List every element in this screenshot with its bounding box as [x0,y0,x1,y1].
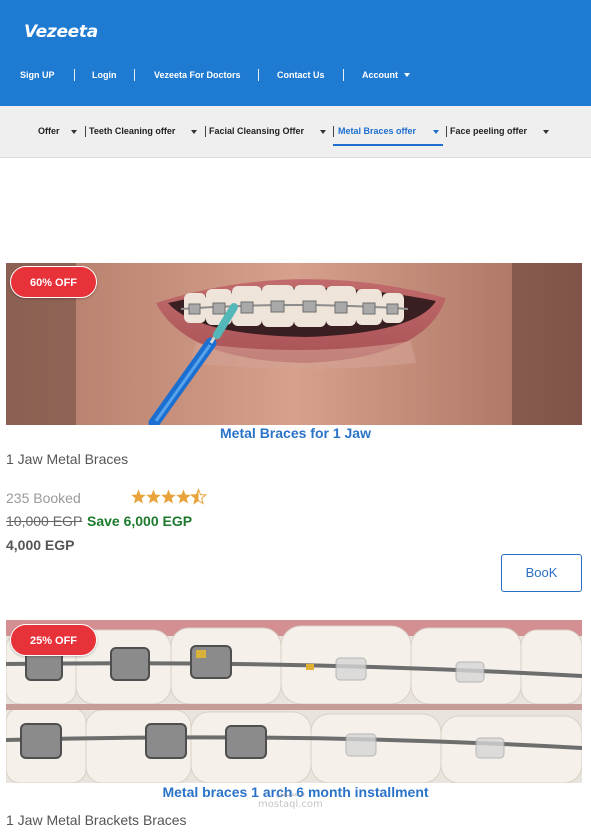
offer-price: 4,000 EGP [6,537,75,553]
chevron-down-icon[interactable] [71,130,77,134]
nav-separator [134,69,135,81]
nav-sign-up[interactable]: Sign UP [20,66,55,84]
tab-label: Offer [38,126,60,136]
top-header: Vezeeta Sign UP Login Vezeeta For Doctor… [0,0,591,106]
star-icon [161,489,176,504]
tab-face-peeling-offer[interactable]: Face peeling offer [450,124,527,138]
book-button[interactable]: BooK [501,554,582,592]
chevron-down-icon [404,73,410,77]
tab-offer[interactable]: Offer [38,124,60,138]
nav-separator [258,69,259,81]
top-nav: Sign UP Login Vezeeta For Doctors Contac… [0,66,591,84]
tab-facial-cleansing-offer[interactable]: Facial Cleansing Offer [209,124,304,138]
savings-amount: Save 6,000 EGP [87,513,193,529]
watermark: مستقل mostaql.com [258,788,323,810]
subnav-divider [333,126,334,137]
nav-account[interactable]: Account [362,66,410,84]
offers-subnav: Offer Teeth Cleaning offer Facial Cleans… [0,106,591,158]
star-icon [131,489,146,504]
nav-account-label: Account [362,70,398,80]
discount-badge: 25% OFF [10,624,97,656]
nav-login[interactable]: Login [92,66,117,84]
tab-label: Facial Cleansing Offer [209,126,305,136]
half-star-icon [190,489,207,504]
star-icon [146,489,161,504]
offer-title[interactable]: Metal Braces for 1 Jaw [0,425,591,441]
chevron-down-icon[interactable] [433,130,439,134]
chevron-down-icon[interactable] [191,130,197,134]
tab-teeth-cleaning-offer[interactable]: Teeth Cleaning offer [89,124,175,138]
tab-label: Teeth Cleaning offer [89,126,176,136]
watermark-arabic: مستقل [275,788,306,799]
subnav-divider [205,126,206,137]
logo[interactable]: Vezeeta [24,22,98,42]
watermark-latin: mostaql.com [258,799,323,810]
star-icon [176,489,191,504]
active-tab-underline [333,144,443,146]
nav-vezeeta-for-doctors[interactable]: Vezeeta For Doctors [154,66,241,84]
rating-stars [131,489,207,504]
tab-label: Face peeling offer [450,126,528,136]
offer-subtitle: 1 Jaw Metal Braces [6,451,129,467]
tab-label: Metal Braces offer [338,126,417,136]
tab-metal-braces-offer[interactable]: Metal Braces offer [338,124,416,138]
nav-separator [343,69,344,81]
discount-badge: 60% OFF [10,266,97,298]
booked-count: 235 Booked [6,490,81,506]
offer-subtitle: 1 Jaw Metal Brackets Braces [6,812,187,828]
nav-separator [74,69,75,81]
chevron-down-icon[interactable] [320,130,326,134]
original-price: 10,000 EGP [6,513,83,529]
subnav-divider [85,126,86,137]
nav-contact-us[interactable]: Contact Us [277,66,325,84]
chevron-down-icon[interactable] [543,130,549,134]
subnav-divider [446,126,447,137]
